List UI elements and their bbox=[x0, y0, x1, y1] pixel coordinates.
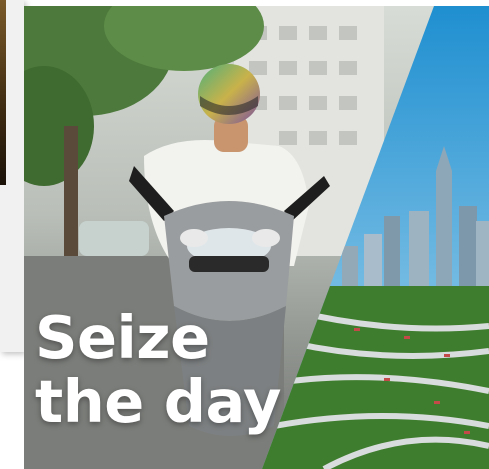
background-card-image bbox=[0, 0, 6, 185]
parked-car bbox=[79, 221, 149, 256]
headline-line-2: the day bbox=[35, 367, 281, 436]
headline: Seize the day bbox=[35, 306, 281, 434]
hero-image: Seize the day bbox=[24, 6, 489, 469]
headline-line-1: Seize bbox=[35, 303, 210, 372]
tree-trunk bbox=[64, 126, 78, 256]
background-photo-card bbox=[0, 0, 24, 352]
